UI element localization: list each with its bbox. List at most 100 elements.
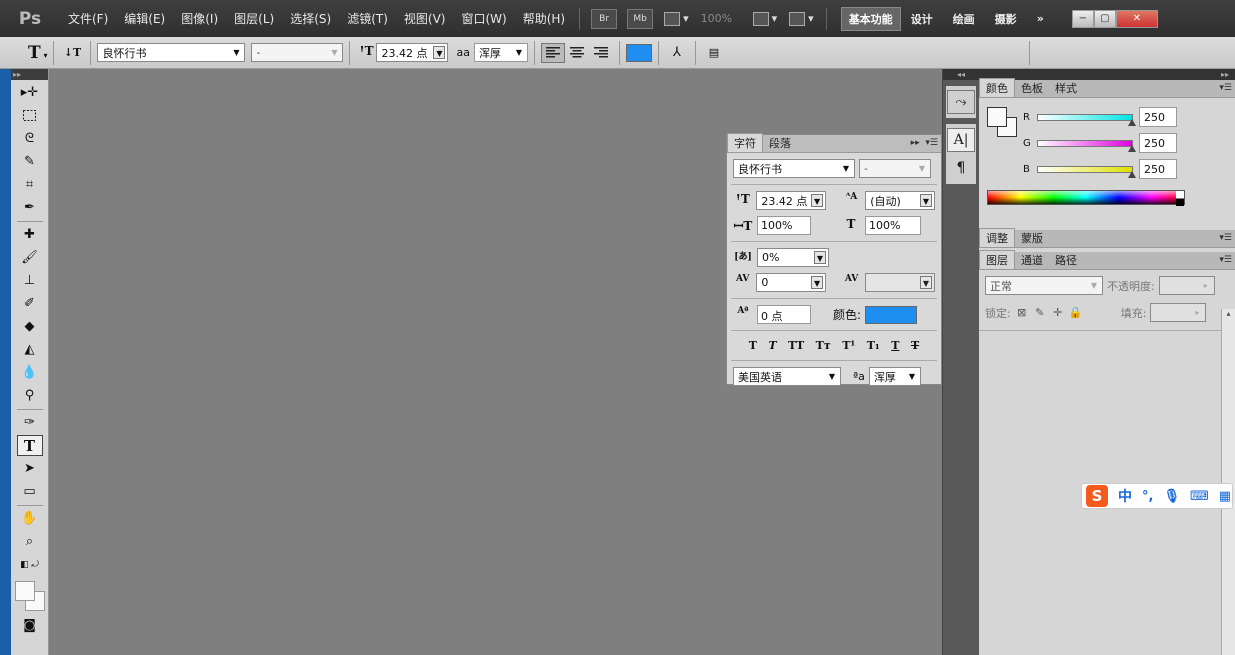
panel-menu-icon[interactable]: ▸▸ ▾☰ xyxy=(911,138,938,148)
panel-menu-icon[interactable]: ▾☰ xyxy=(1219,83,1232,93)
font-size-select[interactable]: 23.42 点 ▼ xyxy=(376,43,449,62)
lock-transparency-icon[interactable]: ⊠ xyxy=(1015,306,1029,319)
rectangle-tool-icon[interactable]: ▭ xyxy=(17,481,43,502)
workspace-more-icon[interactable]: » xyxy=(1027,12,1054,25)
kerning-select[interactable]: ▼ xyxy=(865,273,935,292)
horizontal-scale-input[interactable]: 100% xyxy=(865,216,921,235)
green-slider-thumb[interactable] xyxy=(1128,144,1137,152)
screen-mode-dropdown[interactable]: ▾ xyxy=(789,11,814,26)
panel-menu-icon[interactable]: ▾☰ xyxy=(1219,233,1232,243)
collapse-dock-icon[interactable]: ◂◂ xyxy=(943,69,979,80)
green-value-input[interactable]: 250 xyxy=(1139,133,1177,153)
view-extras-dropdown[interactable]: ▾ xyxy=(664,11,689,26)
character-color-swatch[interactable] xyxy=(865,305,918,324)
align-left-button[interactable] xyxy=(540,42,565,63)
collapse-toolbar-icon[interactable]: ▸▸ xyxy=(11,69,48,80)
eraser-tool-icon[interactable]: ◆ xyxy=(17,316,43,337)
paragraph-panel-icon[interactable]: ¶ xyxy=(947,156,975,180)
black-white-ramp[interactable] xyxy=(1176,191,1184,206)
character-font-size-select[interactable]: 23.42 点 ▼ xyxy=(756,191,827,210)
pen-tool-icon[interactable]: ✑ xyxy=(17,412,43,433)
menu-help[interactable]: 帮助(H) xyxy=(515,10,573,27)
lock-pixels-icon[interactable]: ✎ xyxy=(1033,306,1047,319)
tab-layers[interactable]: 图层 xyxy=(979,250,1015,269)
align-right-button[interactable] xyxy=(589,43,613,63)
subscript-button[interactable]: T₁ xyxy=(867,339,880,352)
move-tool-icon[interactable]: ▸✛ xyxy=(17,82,43,103)
tool-preset-picker[interactable]: T ▾ xyxy=(28,43,47,63)
microphone-icon[interactable]: 🎙 xyxy=(1163,489,1180,504)
keyboard-icon[interactable]: ⌨ xyxy=(1190,489,1209,504)
restore-button[interactable]: ▢ xyxy=(1093,9,1116,28)
opacity-input[interactable]: ▸ xyxy=(1158,276,1215,295)
swap-colors-icon[interactable]: ◧ ⤾ xyxy=(17,554,43,575)
strikethrough-button[interactable]: T xyxy=(911,339,919,352)
blue-value-input[interactable]: 250 xyxy=(1139,159,1177,179)
workspace-design[interactable]: 设计 xyxy=(901,11,943,27)
clone-stamp-tool-icon[interactable]: ⊥ xyxy=(17,270,43,291)
color-foreground-swatch[interactable] xyxy=(987,107,1007,127)
superscript-button[interactable]: T¹ xyxy=(842,339,855,352)
tab-channels[interactable]: 通道 xyxy=(1015,251,1049,269)
healing-brush-tool-icon[interactable]: ✚ xyxy=(17,224,43,245)
warp-text-icon[interactable]: ⅄ xyxy=(665,43,689,63)
tab-adjustments[interactable]: 调整 xyxy=(979,228,1015,247)
close-button[interactable]: ✕ xyxy=(1115,9,1158,28)
mini-bridge-button[interactable]: Mb xyxy=(627,8,654,29)
menu-image[interactable]: 图像(I) xyxy=(173,10,226,27)
scroll-up-icon[interactable]: ▴ xyxy=(1222,309,1235,318)
ime-toolbox-icon[interactable]: ▦ xyxy=(1219,489,1231,504)
zoom-tool-icon[interactable]: ⌕ xyxy=(17,531,43,552)
crop-tool-icon[interactable]: ⌗ xyxy=(17,174,43,195)
faux-italic-button[interactable]: T xyxy=(768,339,776,352)
toggle-text-orientation-icon[interactable]: ↓T xyxy=(60,43,84,63)
workspace-essentials[interactable]: 基本功能 xyxy=(840,6,901,31)
toggle-panels-icon[interactable]: ▤ xyxy=(702,43,726,63)
red-slider-thumb[interactable] xyxy=(1128,118,1137,126)
paint-bucket-tool-icon[interactable]: ◭ xyxy=(17,339,43,360)
blur-tool-icon[interactable]: 💧 xyxy=(17,362,43,383)
quick-mask-icon[interactable]: ◙ xyxy=(17,615,43,636)
tracking-select[interactable]: 0 ▼ xyxy=(756,273,827,292)
menu-select[interactable]: 选择(S) xyxy=(282,10,339,27)
character-anti-alias-select[interactable]: 浑厚 ▼ xyxy=(868,367,921,386)
character-font-style-select[interactable]: - ▼ xyxy=(859,159,931,178)
character-panel-icon[interactable]: A| xyxy=(947,128,975,152)
tab-styles[interactable]: 样式 xyxy=(1049,79,1083,97)
lock-position-icon[interactable]: ✛ xyxy=(1051,306,1065,319)
tab-paragraph[interactable]: 段落 xyxy=(763,134,797,152)
eyedropper-tool-icon[interactable]: ✒ xyxy=(17,197,43,218)
all-caps-button[interactable]: TT xyxy=(788,339,804,352)
arrange-documents-dropdown[interactable]: ▾ xyxy=(752,11,777,26)
tab-swatches[interactable]: 色板 xyxy=(1015,79,1049,97)
menu-layer[interactable]: 图层(L) xyxy=(226,10,282,27)
bridge-button[interactable]: Br xyxy=(591,8,618,29)
menu-window[interactable]: 窗口(W) xyxy=(453,10,514,27)
menu-filter[interactable]: 滤镜(T) xyxy=(339,10,396,27)
layers-scrollbar[interactable]: ▴ xyxy=(1221,309,1235,655)
character-font-family-select[interactable]: 良怀行书 ▼ xyxy=(733,159,855,178)
text-color-swatch[interactable] xyxy=(625,43,652,62)
ime-mode-toggle[interactable]: 中 xyxy=(1118,486,1132,506)
menu-view[interactable]: 视图(V) xyxy=(396,10,454,27)
fill-input[interactable]: ▸ xyxy=(1150,303,1207,322)
foreground-color[interactable] xyxy=(15,581,35,601)
menu-file[interactable]: 文件(F) xyxy=(60,10,116,27)
small-caps-button[interactable]: Tт xyxy=(816,339,831,352)
baseline-shift-input[interactable]: 0 点 xyxy=(757,305,811,324)
dodge-tool-icon[interactable]: ⚲ xyxy=(17,385,43,406)
panel-menu-icon[interactable]: ▾☰ xyxy=(1219,255,1232,265)
menu-edit[interactable]: 编辑(E) xyxy=(116,10,173,27)
underline-button[interactable]: T xyxy=(891,339,899,352)
history-brush-tool-icon[interactable]: ✐ xyxy=(17,293,43,314)
path-selection-tool-icon[interactable]: ➤ xyxy=(17,458,43,479)
color-spectrum-ramp[interactable] xyxy=(987,190,1185,206)
brush-tool-icon[interactable]: 🖌 xyxy=(17,247,43,268)
leading-select[interactable]: (自动) ▼ xyxy=(865,191,935,210)
blend-mode-select[interactable]: 正常 ▼ xyxy=(985,276,1103,295)
align-center-button[interactable] xyxy=(565,43,589,63)
lock-all-icon[interactable]: 🔒 xyxy=(1069,306,1083,319)
tab-masks[interactable]: 蒙版 xyxy=(1015,229,1049,247)
vertical-scale-input[interactable]: 100% xyxy=(757,216,811,235)
tab-character[interactable]: 字符 xyxy=(727,133,763,152)
